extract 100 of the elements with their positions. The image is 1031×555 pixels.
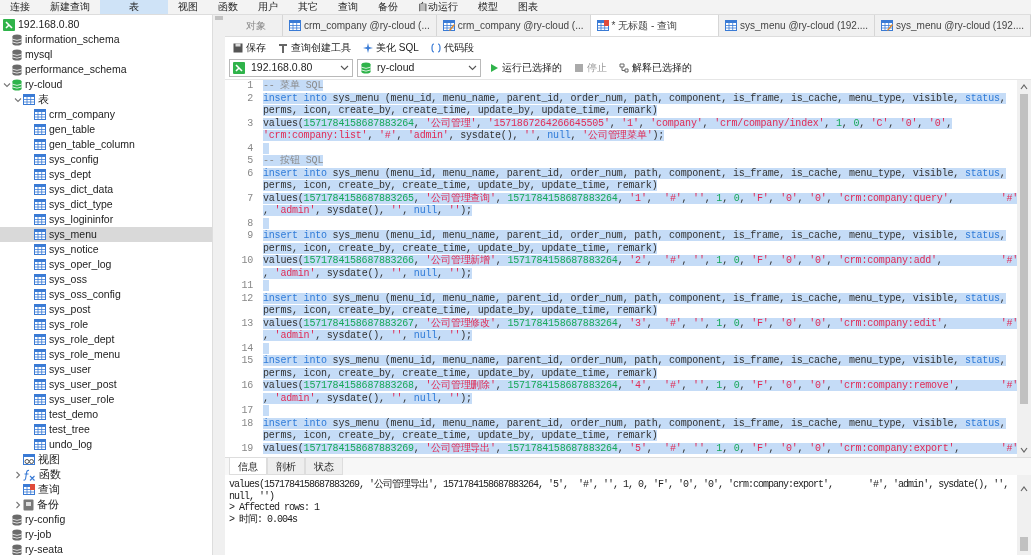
tree-item[interactable]: ry-seata: [0, 542, 212, 555]
tree-item[interactable]: 视图: [0, 452, 212, 467]
table-edit-icon: [881, 20, 893, 31]
tree-item[interactable]: sys_notice: [0, 242, 212, 257]
tree-item[interactable]: 函数: [0, 467, 212, 482]
scrollbar-thumb[interactable]: [1020, 537, 1028, 551]
line-number: 10: [241, 255, 253, 266]
menu-tab[interactable]: 新建查询: [40, 0, 100, 14]
database-icon: [12, 33, 22, 46]
tree-item[interactable]: sys_dict_data: [0, 182, 212, 197]
tree-item[interactable]: sys_post: [0, 302, 212, 317]
tree-item[interactable]: sys_user: [0, 362, 212, 377]
table-icon: [34, 274, 46, 285]
tree-item[interactable]: ry-job: [0, 527, 212, 542]
tree-item[interactable]: sys_dict_type: [0, 197, 212, 212]
toolbar-button[interactable]: 运行已选择的: [485, 60, 566, 76]
tree-item[interactable]: 备份: [0, 497, 212, 512]
tree-item[interactable]: mysql: [0, 47, 212, 62]
tree-item[interactable]: gen_table: [0, 122, 212, 137]
toolbar-button[interactable]: 美化 SQL: [359, 40, 423, 56]
scroll-down-icon[interactable]: [1020, 446, 1028, 454]
tree-item[interactable]: sys_logininfor: [0, 212, 212, 227]
menu-tab[interactable]: 表: [100, 0, 168, 14]
connection-select[interactable]: 192.168.0.80: [229, 59, 353, 77]
tree-item[interactable]: ry-cloud: [0, 77, 212, 92]
chevron-icon[interactable]: [14, 95, 22, 104]
chevron-icon[interactable]: [3, 80, 11, 89]
tree-item[interactable]: sys_role_menu: [0, 347, 212, 362]
database-select[interactable]: ry-cloud: [357, 59, 481, 77]
menu-tab[interactable]: 用户: [248, 0, 288, 14]
menu-tab[interactable]: 自动运行: [408, 0, 468, 14]
tree-item[interactable]: sys_oss_config: [0, 287, 212, 302]
table-icon: [34, 259, 46, 270]
tree-item[interactable]: 表: [0, 92, 212, 107]
tree-item[interactable]: sys_user_role: [0, 392, 212, 407]
chevron-icon[interactable]: [14, 470, 22, 479]
tree-item[interactable]: sys_dept: [0, 167, 212, 182]
tree-item[interactable]: sys_menu: [0, 227, 212, 242]
database-icon: [12, 63, 22, 76]
diagram-icon: [619, 63, 629, 73]
scroll-up-icon[interactable]: [1020, 83, 1028, 91]
tab[interactable]: 剖析: [267, 458, 305, 475]
line-number: 15: [241, 355, 253, 366]
line-number: 4: [247, 142, 253, 154]
line-number: 19: [241, 442, 253, 454]
function-icon: [23, 468, 36, 481]
tree-item[interactable]: sys_role: [0, 317, 212, 332]
tree-item[interactable]: performance_schema: [0, 62, 212, 77]
tab[interactable]: 状态: [305, 458, 343, 475]
tree-item[interactable]: sys_oper_log: [0, 257, 212, 272]
tree-item[interactable]: ry-config: [0, 512, 212, 527]
menu-tab[interactable]: 备份: [368, 0, 408, 14]
toolbar-button[interactable]: 代码段: [426, 40, 478, 56]
toolbar-button[interactable]: 保存: [229, 40, 270, 56]
toolbar-button[interactable]: 查询创建工具: [274, 40, 355, 56]
scrollbar-thumb[interactable]: [1020, 94, 1028, 404]
table-icon: [34, 304, 46, 315]
line-number: 7: [247, 192, 253, 204]
scroll-up-icon[interactable]: [1020, 485, 1028, 493]
tree-item[interactable]: sys_oss: [0, 272, 212, 287]
menu-tab[interactable]: 图表: [508, 0, 548, 14]
tab[interactable]: 信息: [229, 458, 267, 475]
tree-item[interactable]: gen_table_column: [0, 137, 212, 152]
server-icon: [233, 62, 245, 74]
menu-tab[interactable]: 模型: [468, 0, 508, 14]
table-icon: [34, 199, 46, 210]
database-icon: [12, 78, 22, 91]
tree-item[interactable]: information_schema: [0, 32, 212, 47]
tree-item[interactable]: 查询: [0, 482, 212, 497]
table-icon: [289, 20, 301, 31]
table-icon: [34, 364, 46, 375]
table-icon: [34, 334, 46, 345]
menu-tab[interactable]: 其它: [288, 0, 328, 14]
scrollbar[interactable]: [1017, 80, 1031, 457]
tree-item[interactable]: test_demo: [0, 407, 212, 422]
table-edit-icon: [442, 20, 455, 31]
tree-item[interactable]: crm_company: [0, 107, 212, 122]
tree-item[interactable]: sys_config: [0, 152, 212, 167]
menu-tab[interactable]: 查询: [328, 0, 368, 14]
tree-item[interactable]: undo_log: [0, 437, 212, 452]
sparkle-icon: [363, 43, 373, 53]
menu-tab[interactable]: 连接: [0, 0, 40, 14]
query-icon: [23, 484, 35, 495]
table-icon: [34, 394, 46, 405]
menu-tab[interactable]: 视图: [168, 0, 208, 14]
line-number: 6: [247, 167, 253, 179]
tree-item[interactable]: sys_user_post: [0, 377, 212, 392]
tree-item[interactable]: test_tree: [0, 422, 212, 437]
view-icon: [23, 454, 35, 465]
tree-item[interactable]: sys_role_dept: [0, 332, 212, 347]
chevron-icon[interactable]: [14, 500, 22, 509]
table-icon: [34, 409, 46, 420]
scrollbar[interactable]: [1017, 475, 1031, 555]
toolbar-button[interactable]: 解释已选择的: [615, 60, 696, 76]
tree-item[interactable]: 192.168.0.80: [0, 17, 212, 32]
tab[interactable]: * 无标题 - 查询: [590, 15, 720, 36]
save-icon: [233, 43, 243, 53]
menu-tab[interactable]: 函数: [208, 0, 248, 14]
table-icon: [34, 244, 46, 255]
scrollbar[interactable]: [213, 15, 225, 555]
